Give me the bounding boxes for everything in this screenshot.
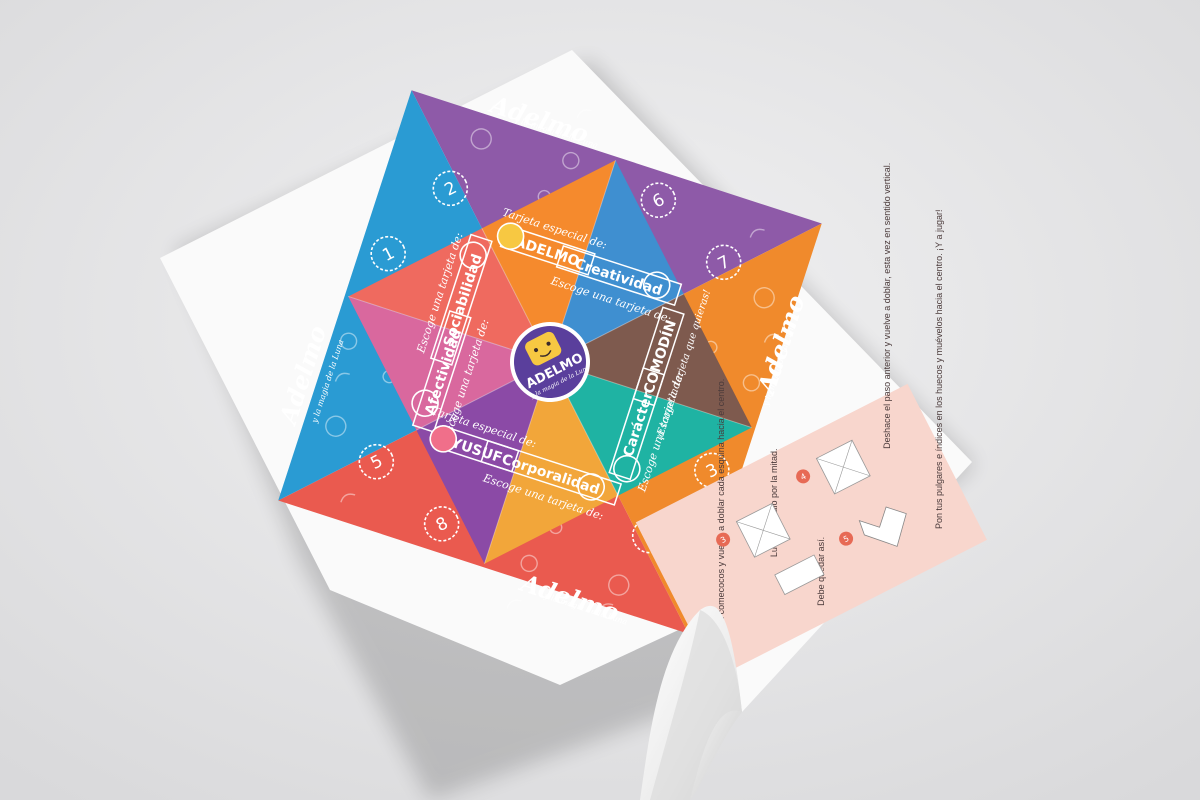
instruction-step5: Pon tus pulgares e índices en los huecos… [934, 209, 944, 529]
instruction-step4: Deshace el paso anterior y vuelve a dobl… [882, 163, 892, 449]
scene: 2 6 7 3 4 8 5 1 Adelmo y la magia de la … [0, 0, 1200, 800]
